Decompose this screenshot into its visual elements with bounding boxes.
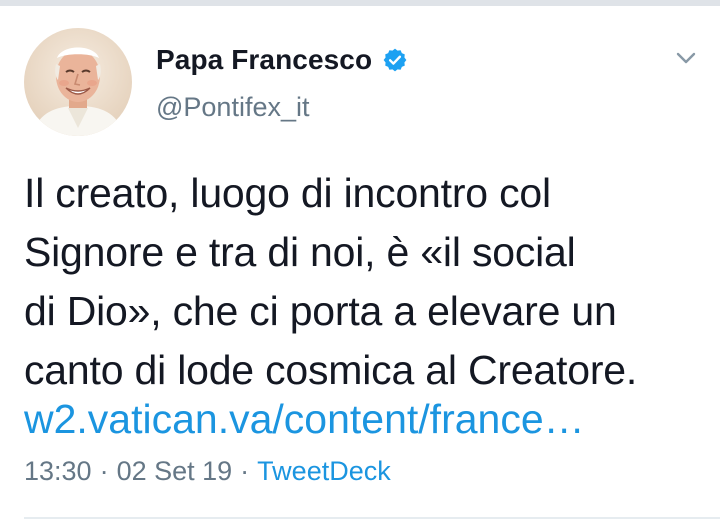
author-handle[interactable]: @Pontifex_it — [156, 92, 309, 123]
chevron-down-icon[interactable] — [672, 44, 700, 72]
author-name-row[interactable]: Papa Francesco — [156, 42, 408, 78]
tweet-time[interactable]: 13:30 — [24, 456, 92, 487]
bottom-divider — [24, 517, 720, 519]
tweet-text-line: Signore e tra di noi, è «il social — [24, 229, 576, 275]
top-divider — [0, 0, 720, 6]
tweet-meta: 13:30 · 02 Set 19 · TweetDeck — [24, 456, 391, 487]
tweet-text-line: Il creato, luogo di incontro col — [24, 170, 551, 216]
tweet-text: Il creato, luogo di incontro col Signore… — [24, 164, 704, 400]
verified-badge-icon — [382, 47, 408, 73]
tweet-text-line: di Dio», che ci porta a elevare un — [24, 288, 617, 334]
avatar[interactable] — [24, 28, 132, 136]
avatar-photo — [24, 28, 132, 136]
meta-separator: · — [240, 456, 250, 486]
author-display-name[interactable]: Papa Francesco — [156, 44, 372, 76]
meta-separator: · — [99, 456, 109, 486]
tweet-date[interactable]: 02 Set 19 — [117, 456, 233, 487]
tweet-link[interactable]: w2.vatican.va/content/france… — [24, 390, 585, 449]
tweet-source-link[interactable]: TweetDeck — [257, 456, 391, 487]
